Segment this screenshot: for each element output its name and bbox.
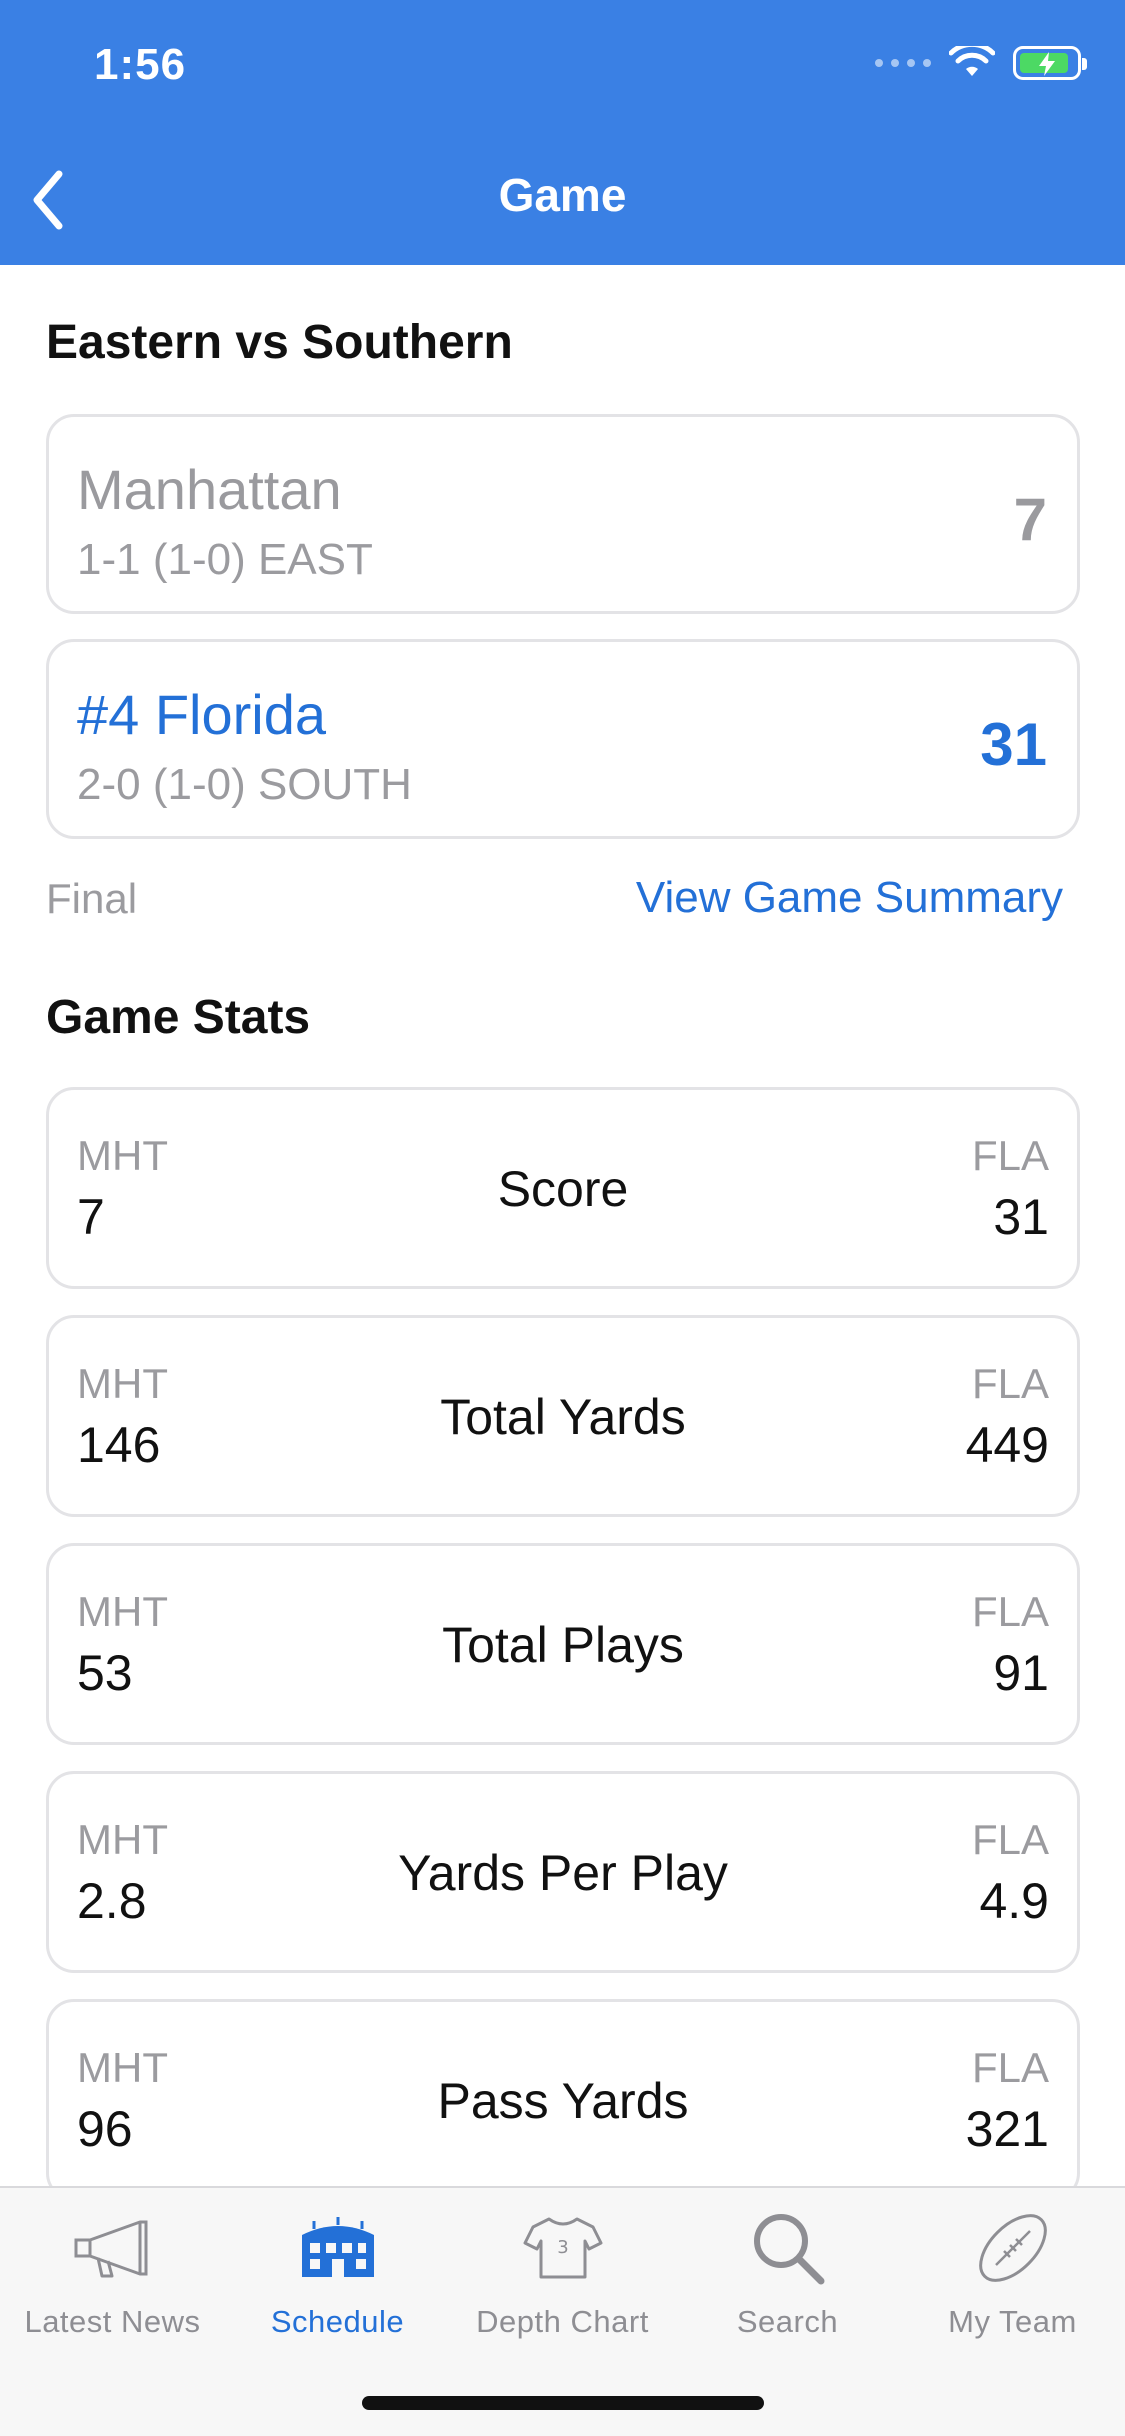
stat-row: MHT 7 Score FLA 31 <box>46 1087 1080 1289</box>
stat-row: MHT 96 Pass Yards FLA 321 <box>46 1999 1080 2201</box>
page-title: Game <box>498 169 627 221</box>
home-indicator <box>362 2396 764 2410</box>
stat-right-value: 31 <box>993 1189 1049 1245</box>
stat-right-value: 4.9 <box>979 1873 1049 1929</box>
stat-label: Yards Per Play <box>398 1845 728 1901</box>
away-team-record: 1-1 (1-0) EAST <box>77 535 373 584</box>
matchup-title: Eastern vs Southern <box>46 316 513 369</box>
tab-label: My Team <box>948 2304 1077 2339</box>
home-team-record: 2-0 (1-0) SOUTH <box>77 760 412 809</box>
home-team-score: 31 <box>980 711 1047 778</box>
stat-right-abbr: FLA <box>971 1132 1049 1179</box>
stat-label: Score <box>497 1161 629 1217</box>
stat-right-value: 321 <box>965 2101 1049 2157</box>
search-icon <box>743 2206 833 2290</box>
stadium-icon <box>293 2206 383 2290</box>
header: 1:56 Game <box>0 0 1125 265</box>
stat-label: Total Yards <box>440 1389 686 1445</box>
status-time: 1:56 <box>94 40 187 89</box>
view-game-summary-link[interactable]: View Game Summary <box>636 873 1063 923</box>
cellular-signal-icon <box>875 59 931 67</box>
tab-my-team[interactable]: My Team <box>900 2206 1125 2356</box>
status-icons <box>875 46 1087 80</box>
tab-latest-news[interactable]: Latest News <box>0 2206 225 2356</box>
stat-label: Total Plays <box>442 1617 684 1673</box>
stat-right-abbr: FLA <box>971 1588 1049 1635</box>
away-team-score: 7 <box>1013 486 1047 553</box>
tab-label: Schedule <box>270 2304 405 2339</box>
tab-label: Latest News <box>24 2304 201 2339</box>
home-team-card[interactable]: #4 Florida 2-0 (1-0) SOUTH 31 <box>46 639 1080 839</box>
stat-right-abbr: FLA <box>971 1360 1049 1407</box>
stat-label: Pass Yards <box>437 2073 689 2129</box>
tab-label: Search <box>736 2304 839 2339</box>
stat-right-value: 91 <box>993 1645 1049 1701</box>
away-team-name: Manhattan <box>77 458 342 521</box>
tab-depth-chart[interactable]: 3 Depth Chart <box>450 2206 675 2356</box>
tab-schedule[interactable]: Schedule <box>225 2206 450 2356</box>
stat-row: MHT 53 Total Plays FLA 91 <box>46 1543 1080 1745</box>
football-icon <box>968 2206 1058 2290</box>
stat-row: MHT 2.8 Yards Per Play FLA 4.9 <box>46 1771 1080 1973</box>
jersey-icon: 3 <box>518 2206 608 2290</box>
game-screen: 1:56 Game Eastern vs Southern Manhattan … <box>0 0 1125 2436</box>
megaphone-icon <box>68 2206 158 2290</box>
stat-right-value: 449 <box>965 1417 1049 1473</box>
away-team-card[interactable]: Manhattan 1-1 (1-0) EAST 7 <box>46 414 1080 614</box>
battery-icon <box>1013 46 1087 80</box>
home-team-name: #4 Florida <box>77 683 327 746</box>
svg-text:3: 3 <box>557 2237 568 2258</box>
stat-row: MHT 146 Total Yards FLA 449 <box>46 1315 1080 1517</box>
game-status: Final <box>46 875 138 922</box>
game-stats-title: Game Stats <box>46 991 311 1044</box>
wifi-icon <box>949 46 995 76</box>
stat-right-abbr: FLA <box>971 2044 1049 2091</box>
tab-search[interactable]: Search <box>675 2206 900 2356</box>
stat-right-abbr: FLA <box>971 1816 1049 1863</box>
tab-label: Depth Chart <box>476 2304 649 2339</box>
